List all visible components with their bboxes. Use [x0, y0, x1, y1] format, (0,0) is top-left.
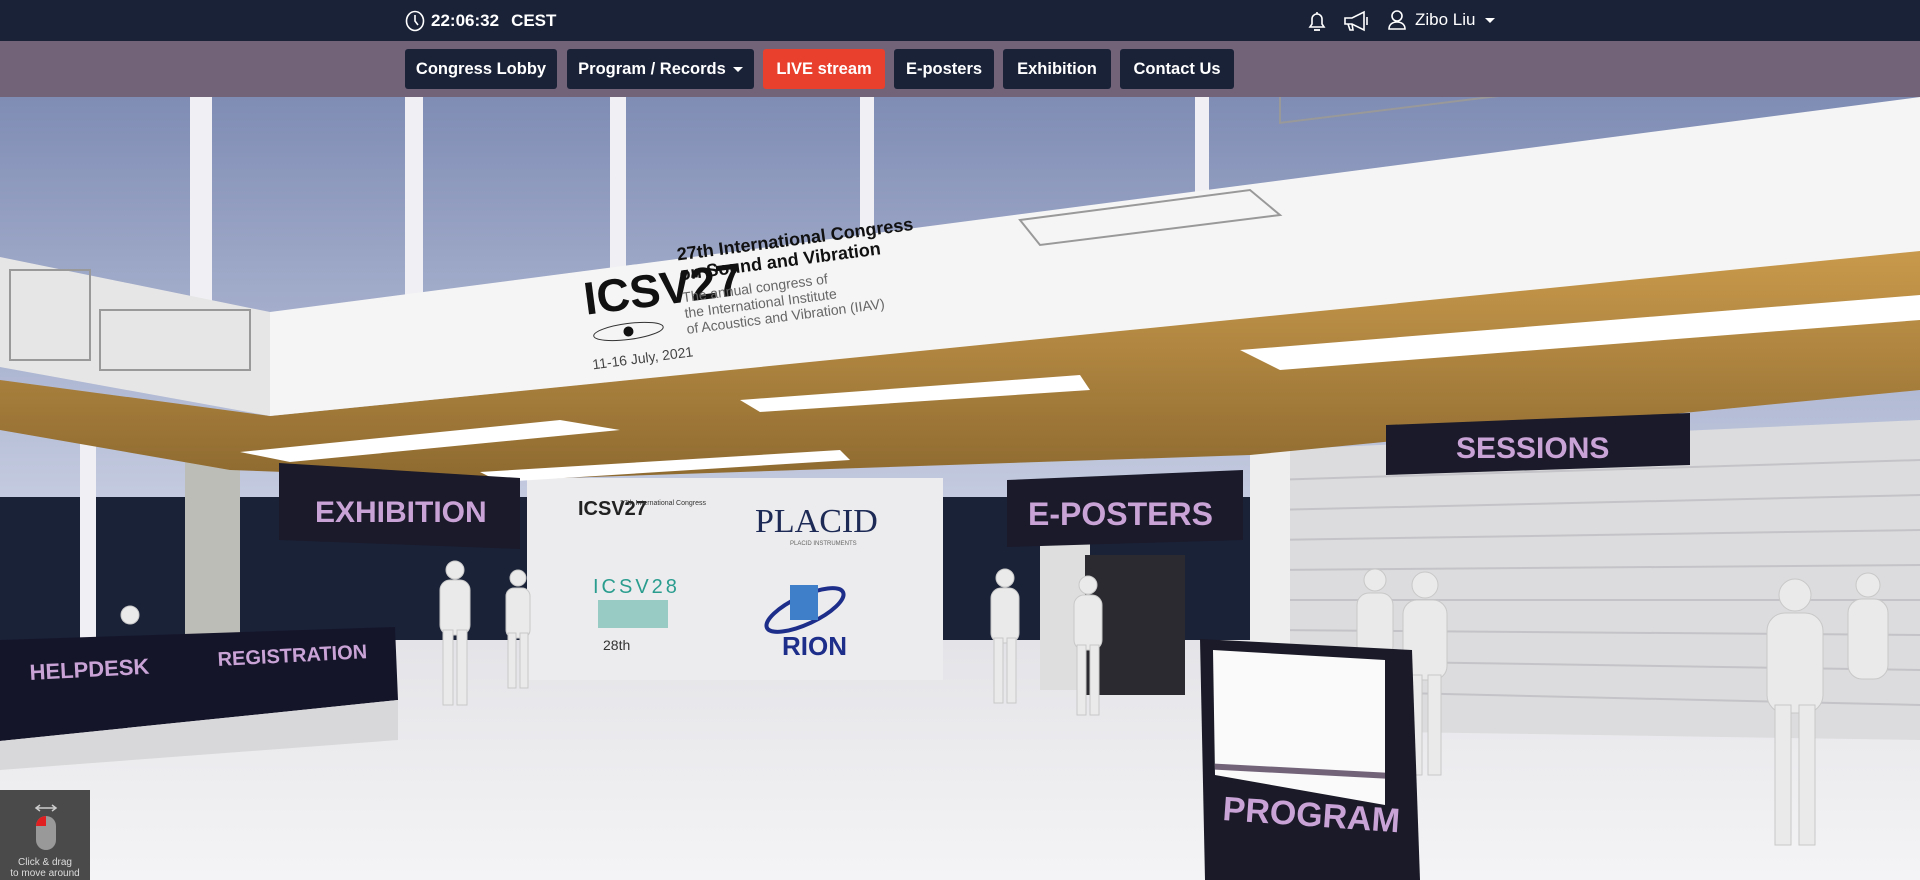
clock-timezone: CEST — [511, 11, 557, 30]
svg-text:PLACID: PLACID — [755, 503, 878, 540]
nav-contact-us[interactable]: Contact Us — [1120, 49, 1234, 89]
mouse-icon — [34, 804, 58, 850]
bell-icon[interactable] — [1306, 9, 1328, 33]
chevron-down-icon — [732, 66, 743, 72]
svg-text:ICSV28: ICSV28 — [593, 576, 680, 598]
svg-text:PLACID INSTRUMENTS: PLACID INSTRUMENTS — [790, 541, 857, 547]
svg-text:EXHIBITION: EXHIBITION — [315, 496, 487, 529]
hint-line2: to move around — [10, 868, 80, 879]
nav-live-stream[interactable]: LIVE stream — [763, 49, 885, 89]
drag-hint: Click & drag to move around — [0, 790, 90, 880]
user-name: Zibo Liu — [1415, 10, 1476, 29]
sign-exhibition[interactable]: EXHIBITION — [279, 463, 520, 549]
user-menu[interactable]: Zibo Liu — [1387, 9, 1496, 31]
svg-text:E-POSTERS: E-POSTERS — [1028, 496, 1213, 532]
nav-program-records[interactable]: Program / Records — [567, 49, 754, 89]
megaphone-icon[interactable] — [1343, 9, 1371, 33]
lobby-3d-view[interactable]: ICSV27 27th International Congress PLACI… — [0, 97, 1920, 880]
svg-text:RION: RION — [782, 631, 847, 661]
svg-text:28th: 28th — [603, 637, 630, 653]
main-nav: Congress Lobby Program / Records LIVE st… — [0, 41, 1920, 97]
svg-text:27th International Congress: 27th International Congress — [620, 500, 706, 507]
svg-text:SESSIONS: SESSIONS — [1456, 432, 1609, 465]
chevron-down-icon — [1485, 17, 1496, 23]
hint-line1: Click & drag — [18, 857, 72, 868]
nav-program-records-label: Program / Records — [578, 59, 726, 78]
clock-icon — [405, 10, 425, 32]
program-kiosk[interactable]: PROGRAM — [1200, 639, 1420, 880]
nav-congress-lobby[interactable]: Congress Lobby — [405, 49, 557, 89]
nav-exhibition[interactable]: Exhibition — [1003, 49, 1111, 89]
clock: 22:06:32 CEST — [405, 10, 556, 32]
nav-e-posters[interactable]: E-posters — [894, 49, 994, 89]
sign-e-posters[interactable]: E-POSTERS — [1007, 470, 1243, 547]
user-icon — [1388, 10, 1406, 30]
top-bar: 22:06:32 CEST Zibo Liu — [0, 0, 1920, 41]
clock-time: 22:06:32 — [431, 11, 500, 30]
